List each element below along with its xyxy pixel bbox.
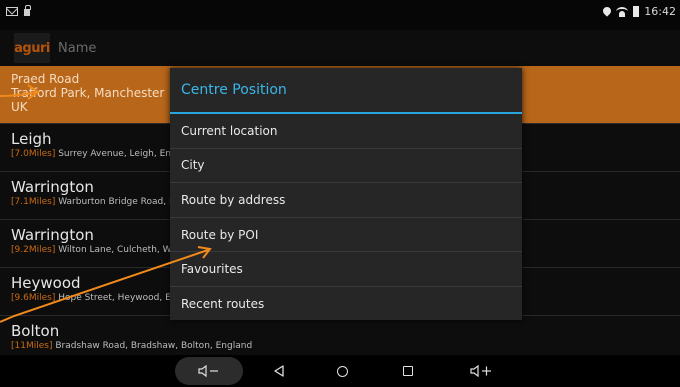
list-item-title: Bolton <box>11 322 60 340</box>
list-item-distance: [7.1Miles] <box>11 197 56 207</box>
list-item-subtitle: [11Miles] Bradshaw Road, Bradshaw, Bolto… <box>11 340 680 353</box>
list-item-distance: [7.0Miles] <box>11 149 56 159</box>
home-button[interactable] <box>327 357 357 385</box>
menu-item-recent-routes[interactable]: Recent routes <box>170 287 522 322</box>
recent-apps-icon <box>403 366 413 376</box>
menu-item-city[interactable]: City <box>170 149 522 184</box>
volume-up-button[interactable] <box>462 357 502 385</box>
list-item-distance: [9.2Miles] <box>11 245 56 255</box>
app-logo: aguri <box>14 33 50 63</box>
name-search-input[interactable] <box>58 40 358 56</box>
list-item-address: Bradshaw Road, Bradshaw, Bolton, England <box>55 341 253 351</box>
list-item-address: Hope Street, Heywood, En <box>58 293 177 303</box>
list-item-distance: [11Miles] <box>11 341 53 351</box>
volume-down-button[interactable] <box>175 357 243 385</box>
home-icon <box>336 365 348 377</box>
menu-item-route-by-address[interactable]: Route by address <box>170 183 522 218</box>
back-button[interactable] <box>264 357 294 385</box>
volume-up-icon <box>470 364 491 378</box>
list-item-distance: [9.6Miles] <box>11 293 56 303</box>
location-pin-icon <box>601 5 613 17</box>
list-item-address: Warburton Bridge Road, I <box>58 197 172 207</box>
navigation-bar <box>0 355 680 387</box>
list-item-address: Surrey Avenue, Leigh, Eng <box>58 149 177 159</box>
search-header: aguri <box>0 30 680 66</box>
recent-apps-button[interactable] <box>393 357 423 385</box>
menu-item-favourites[interactable]: Favourites <box>170 252 522 287</box>
back-icon <box>274 365 284 377</box>
centre-position-dialog: Centre Position Current location City Ro… <box>170 68 522 320</box>
mail-notification-icon <box>6 6 18 16</box>
status-left <box>6 0 31 22</box>
menu-item-route-by-poi[interactable]: Route by POI <box>170 218 522 253</box>
wifi-icon <box>616 6 629 17</box>
status-time: 16:42 <box>644 4 676 18</box>
menu-item-current-location[interactable]: Current location <box>170 114 522 149</box>
battery-icon <box>633 5 640 17</box>
volume-down-icon <box>198 364 218 378</box>
list-item-address: Wilton Lane, Culcheth, W <box>58 245 172 255</box>
app-screen: 16:42 aguri Praed Road Trafford Park, Ma… <box>0 0 680 387</box>
status-bar: 16:42 <box>0 0 680 30</box>
lock-notification-icon <box>24 5 31 16</box>
status-right: 16:42 <box>601 0 676 22</box>
dialog-title: Centre Position <box>170 68 522 114</box>
